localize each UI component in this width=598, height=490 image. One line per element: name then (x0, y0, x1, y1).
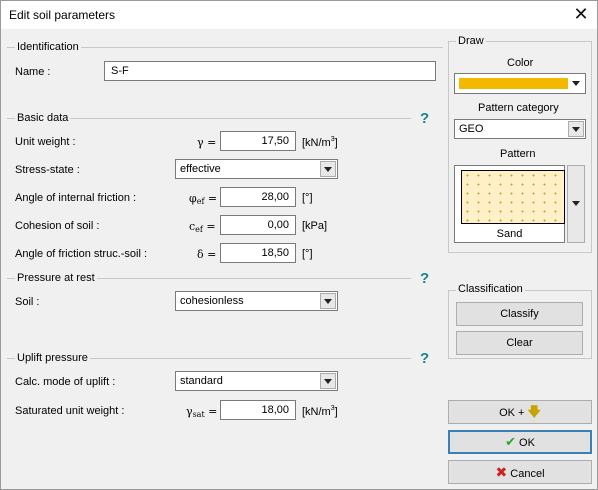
color-label: Color (507, 57, 534, 69)
struc-friction-unit: [°] (302, 248, 313, 260)
cancel-button[interactable]: ✖ Cancel (448, 460, 592, 484)
uplift-mode-select[interactable]: standard (175, 371, 338, 391)
dialog-window: Edit soil parameters ✕ Identification Na… (0, 0, 598, 490)
color-select[interactable] (454, 73, 586, 94)
pattern-name: Sand (496, 228, 523, 240)
pressure-at-rest-title: Pressure at rest (15, 272, 97, 284)
cohesion-input[interactable]: 0,00 (220, 215, 296, 235)
color-swatch (459, 78, 568, 89)
friction-angle-input[interactable]: 28,00 (220, 187, 296, 207)
pattern-category-select[interactable]: GEO (454, 119, 586, 139)
name-label: Name : (15, 66, 51, 78)
chevron-down-icon[interactable] (320, 293, 336, 309)
struc-friction-input[interactable]: 18,50 (220, 243, 296, 263)
soil-value: cohesionless (180, 295, 244, 307)
unit-weight-unit: [kN/m3] (302, 136, 338, 149)
cohesion-unit: [kPa] (302, 220, 328, 232)
struc-friction-label: Angle of friction struc.-soil : (15, 248, 148, 260)
stress-state-label: Stress-state : (15, 164, 80, 176)
cohesion-label: Cohesion of soil : (15, 220, 100, 232)
arrow-down-icon: 🡇 (527, 404, 541, 419)
chevron-down-icon[interactable] (320, 373, 336, 389)
draw-title: Draw (456, 35, 486, 47)
pattern-picker[interactable]: Sand (454, 165, 565, 243)
classification-title: Classification (456, 283, 525, 295)
ok-label: OK (519, 437, 535, 449)
unit-weight-symbol: γ = (197, 136, 217, 149)
stress-state-value: effective (180, 163, 221, 175)
unit-weight-label: Unit weight : (15, 136, 76, 148)
pattern-category-value: GEO (459, 123, 484, 135)
struc-friction-symbol: δ = (197, 248, 217, 261)
clear-button[interactable]: Clear (456, 331, 583, 355)
identification-title: Identification (15, 41, 81, 53)
chevron-down-icon[interactable] (568, 121, 584, 137)
x-icon: ✖ (495, 464, 508, 480)
cohesion-symbol: cef = (189, 220, 216, 234)
soil-label: Soil : (15, 296, 40, 308)
stress-state-select[interactable]: effective (175, 159, 338, 179)
friction-angle-symbol: φef = (189, 192, 218, 206)
sat-weight-input[interactable]: 18,00 (220, 400, 296, 420)
close-icon[interactable]: ✕ (569, 3, 593, 27)
title-bar: Edit soil parameters ✕ (1, 1, 597, 29)
sand-pattern-swatch (461, 170, 565, 224)
soil-select[interactable]: cohesionless (175, 291, 338, 311)
basic-data-title: Basic data (15, 112, 71, 124)
uplift-mode-value: standard (180, 375, 223, 387)
unit-weight-input[interactable]: 17,50 (220, 131, 296, 151)
uplift-title: Uplift pressure (15, 352, 90, 364)
pattern-category-label: Pattern category (478, 102, 559, 114)
uplift-mode-label: Calc. mode of uplift : (15, 376, 116, 388)
chevron-down-icon[interactable] (568, 75, 584, 91)
ok-plus-button[interactable]: OK + 🡇 (448, 400, 592, 424)
help-icon[interactable]: ? (420, 110, 429, 127)
friction-angle-label: Angle of internal friction : (15, 192, 137, 204)
sat-weight-label: Saturated unit weight : (15, 405, 125, 417)
ok-button[interactable]: ✔ OK (448, 430, 592, 454)
check-icon: ✔ (505, 434, 516, 449)
pattern-dropdown-button[interactable] (567, 165, 585, 243)
pattern-label: Pattern (500, 148, 536, 160)
cancel-label: Cancel (510, 468, 545, 480)
help-icon[interactable]: ? (420, 350, 429, 367)
chevron-down-icon[interactable] (320, 161, 336, 177)
name-input[interactable]: S-F (104, 61, 436, 81)
sat-weight-unit: [kN/m3] (302, 405, 338, 418)
classify-button[interactable]: Classify (456, 302, 583, 326)
help-icon[interactable]: ? (420, 270, 429, 287)
ok-plus-label: OK + (499, 407, 525, 419)
window-title: Edit soil parameters (9, 8, 116, 22)
sat-weight-symbol: γsat = (186, 405, 218, 419)
friction-angle-unit: [°] (302, 192, 313, 204)
